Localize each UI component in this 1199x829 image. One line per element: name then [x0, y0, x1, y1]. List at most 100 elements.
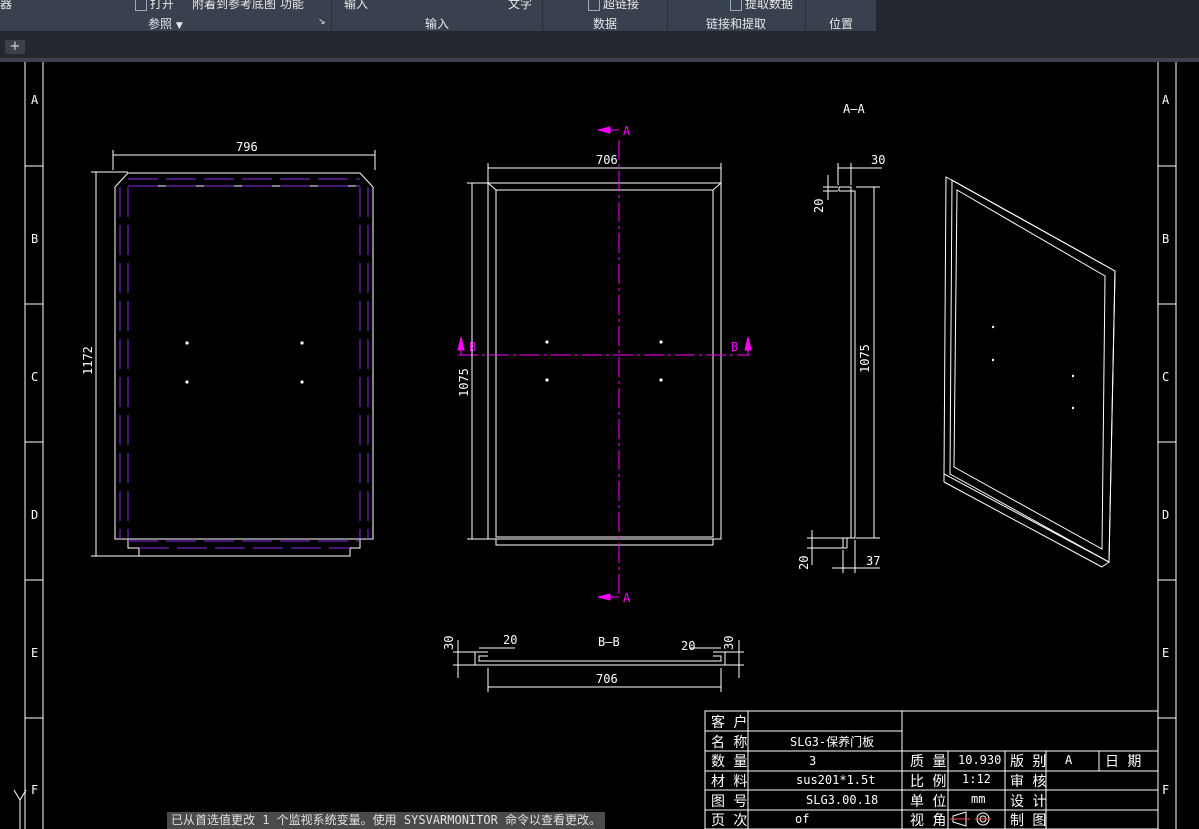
border-letters: A B C D E F A B C D E F [31, 93, 1170, 797]
border-letter: C [31, 370, 38, 384]
panel-location[interactable]: 位置 [829, 15, 853, 32]
border-letter: C [1162, 370, 1169, 384]
ucs-icon [13, 789, 27, 829]
bend-lines [119, 178, 369, 549]
ribbon-extract-label: 提取数据 [745, 0, 794, 11]
drawing-canvas[interactable]: A B C D E F A B C D E F 796 1172 A A B B… [0, 62, 1199, 829]
cut-label-a: A [623, 591, 631, 605]
tb-name-label: 名 称 [711, 735, 747, 751]
section-bb-view[interactable]: B—B 30 20 20 30 706 [442, 633, 744, 692]
tb-qty-label: 数 量 [711, 754, 747, 770]
cut-label-b: B [469, 340, 476, 354]
flat-dims [91, 150, 376, 557]
section-labels: A A B B [469, 124, 738, 605]
holes [991, 325, 1075, 410]
ribbon: 器 打开 附着到参考底图 功能 输入 文字 超链接 提取数据 参照 ▼ ↘ 输入… [0, 0, 876, 31]
holes [185, 341, 304, 384]
new-tab-button[interactable]: + [5, 40, 25, 54]
tb-scale-label: 比 例 [910, 774, 946, 790]
tb-unit-value: mm [971, 792, 985, 806]
dialog-launcher-icon[interactable]: ↘ [318, 17, 326, 27]
tb-unit-label: 单 位 [910, 794, 946, 810]
tb-material-value: sus201*1.5t [796, 773, 875, 787]
tb-page-value: of [795, 812, 809, 826]
tb-mass-label: 质 量 [910, 754, 946, 770]
dim-flat-height: 1172 [81, 346, 95, 375]
ribbon-empty-area [876, 0, 1199, 31]
ribbon-extract-button[interactable]: 提取数据 [730, 0, 793, 12]
section-aa-view[interactable]: A—A 30 20 1075 20 37 [797, 102, 885, 573]
section-bb-title: B—B [598, 635, 620, 649]
tb-review-label: 审 核 [1010, 774, 1046, 790]
section-lines [457, 126, 752, 601]
cut-label-a: A [623, 124, 631, 138]
drawing-border [24, 62, 1177, 829]
tb-design-label: 设 计 [1010, 794, 1046, 810]
tb-version-label: 版 别 [1010, 754, 1046, 770]
ribbon-import-button[interactable]: 输入 [344, 0, 368, 12]
tb-date-label: 日 期 [1105, 754, 1141, 770]
ribbon-hyperlink-button[interactable]: 超链接 [588, 0, 639, 12]
dim-bb-left-30: 30 [442, 636, 456, 650]
border-letter: B [31, 232, 38, 246]
panel-reference-label: 参照 [148, 17, 173, 31]
tb-drawing-no-label: 图 号 [711, 794, 747, 810]
panel-separator [331, 0, 332, 31]
front-view[interactable]: A A B B 706 1075 [457, 124, 752, 605]
ribbon-attach-label: 附着到参考底图 [192, 0, 277, 11]
panel-reference[interactable]: 参照 ▼ [148, 15, 183, 32]
file-tab-bar [0, 31, 1199, 58]
panel-separator [542, 0, 543, 31]
section-aa-title: A—A [843, 102, 865, 116]
dim-aa-left-top: 20 [812, 199, 826, 213]
border-letter: F [31, 783, 38, 797]
dim-aa-top: 30 [871, 153, 885, 167]
panel-data[interactable]: 数据 [593, 15, 617, 32]
ribbon-attach-tail: 功能 [279, 0, 304, 11]
tb-material-label: 材 料 [711, 774, 747, 790]
ribbon-hyperlink-label: 超链接 [603, 0, 640, 11]
panel-linking[interactable]: 链接和提取 [706, 15, 766, 32]
ribbon-text-button[interactable]: 文字 [508, 0, 532, 12]
front-dims [467, 163, 722, 540]
tb-scale-value: 1:12 [962, 772, 991, 786]
cut-label-b: B [731, 340, 738, 354]
border-letter: A [31, 93, 39, 107]
dim-front-width: 706 [596, 153, 618, 167]
ribbon-cut-label: 器 [0, 0, 13, 11]
dim-bb-right-30: 30 [722, 636, 736, 650]
tb-version-value: A [1065, 753, 1073, 767]
command-line-message: 已从首选值更改 1 个监视系统变量。使用 SYSVARMONITOR 命令以查看… [167, 812, 606, 829]
isometric-view[interactable] [943, 176, 1116, 568]
border-letter: E [31, 646, 38, 660]
panel-input[interactable]: 输入 [425, 15, 449, 32]
dim-flat-width: 796 [236, 140, 258, 154]
border-letter: B [1162, 232, 1169, 246]
tb-qty-value: 3 [809, 754, 816, 768]
tb-view-label: 视 角 [910, 813, 946, 829]
table-icon [730, 0, 742, 11]
panel-separator [667, 0, 668, 31]
link-icon [588, 0, 600, 11]
border-letter: D [31, 508, 38, 522]
dim-front-height: 1075 [457, 368, 471, 397]
ribbon-open-button[interactable]: 打开 [135, 0, 174, 12]
tb-drafter-label: 制 图 [1010, 813, 1046, 829]
dim-aa-bottom-right: 37 [866, 554, 880, 568]
tb-page-label: 页 次 [711, 813, 747, 829]
holes [545, 340, 663, 382]
ribbon-attach-button[interactable]: 附着到参考底图 功能 [192, 0, 304, 12]
tb-customer-label: 客 户 [711, 714, 747, 731]
dim-bb-left-20: 20 [503, 633, 517, 647]
dim-bb-width: 706 [596, 672, 618, 686]
border-letter: F [1162, 783, 1169, 797]
ribbon-open-label: 打开 [150, 0, 175, 11]
tb-name-value: SLG3-保养门板 [790, 734, 874, 749]
border-letter: D [1162, 508, 1169, 522]
flat-pattern-view[interactable]: 796 1172 [81, 140, 376, 557]
tb-mass-value: 10.930 [958, 753, 1001, 767]
border-letter: E [1162, 646, 1169, 660]
panel-separator [805, 0, 806, 31]
dim-aa-height: 1075 [858, 344, 872, 373]
title-block[interactable]: 客 户 名 称 SLG3-保养门板 数 量 3 材 料 sus201*1.5t … [704, 710, 1159, 829]
